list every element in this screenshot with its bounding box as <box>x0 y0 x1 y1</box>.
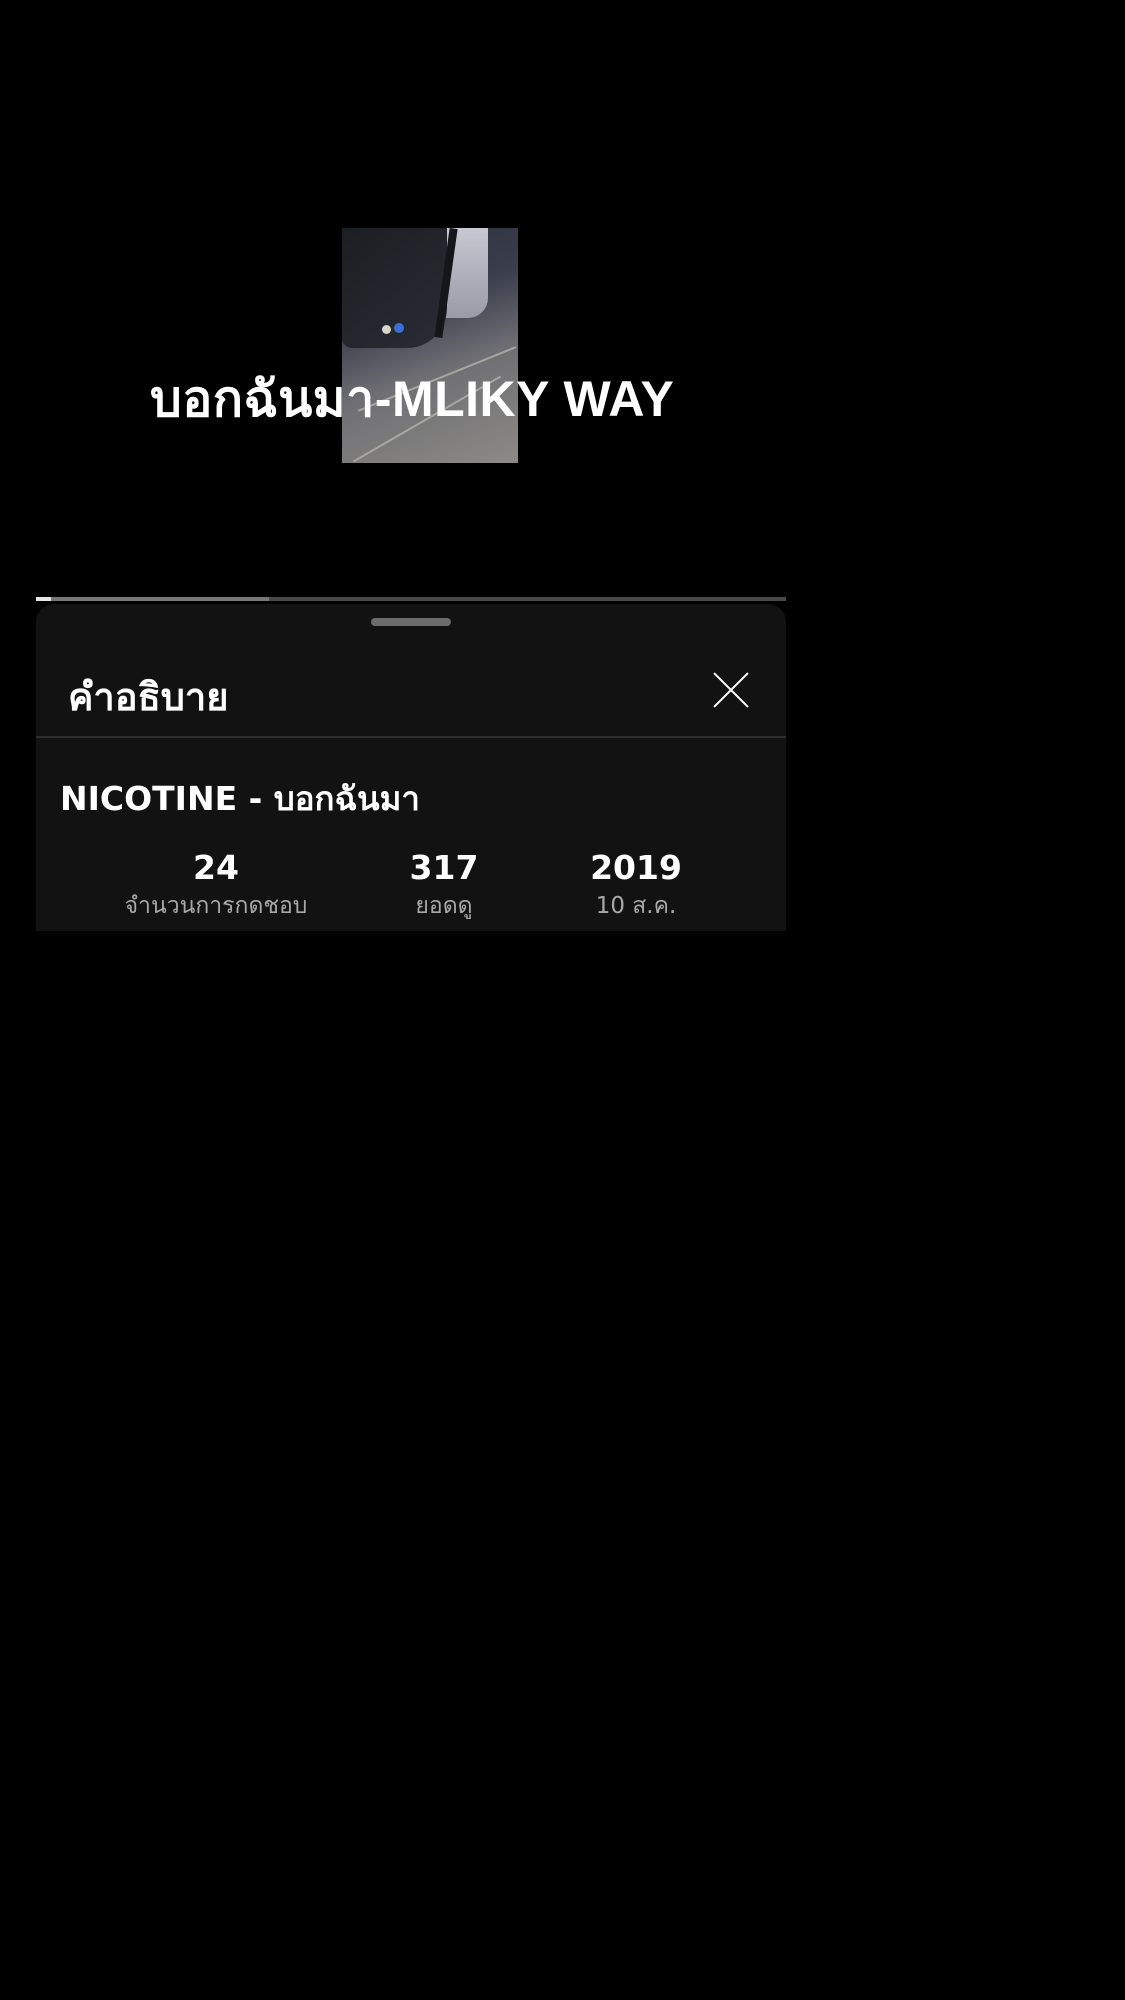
upload-date: 10 ส.ค. <box>595 893 677 919</box>
thumbnail-pin <box>394 323 404 333</box>
close-icon[interactable] <box>706 664 756 714</box>
likes-label: จำนวนการกดชอบ <box>124 893 308 919</box>
views-label: ยอดดู <box>415 893 473 919</box>
upload-year: 2019 <box>590 848 682 887</box>
views-count: 317 <box>409 848 479 887</box>
description-sheet: คำอธิบาย NICOTINE - บอกฉันมา 24 จำนวนการ… <box>36 604 786 931</box>
thumbnail-pin <box>382 325 391 334</box>
sheet-header: คำอธิบาย <box>36 644 786 738</box>
progress-buffered <box>36 597 269 601</box>
video-progress-bar[interactable] <box>36 597 786 601</box>
stat-views: 317 ยอดดู <box>374 848 514 924</box>
stat-likes: 24 จำนวนการกดชอบ <box>106 848 326 924</box>
sheet-title: คำอธิบาย <box>68 675 229 719</box>
likes-count: 24 <box>193 848 239 887</box>
video-player[interactable] <box>36 0 786 598</box>
progress-played <box>36 597 51 601</box>
video-overlay-title: บอกฉันมา-MLIKY WAY <box>150 371 675 427</box>
video-name: NICOTINE - บอกฉันมา <box>60 779 420 818</box>
drag-handle[interactable] <box>371 618 451 626</box>
stat-date: 2019 10 ส.ค. <box>566 848 706 924</box>
